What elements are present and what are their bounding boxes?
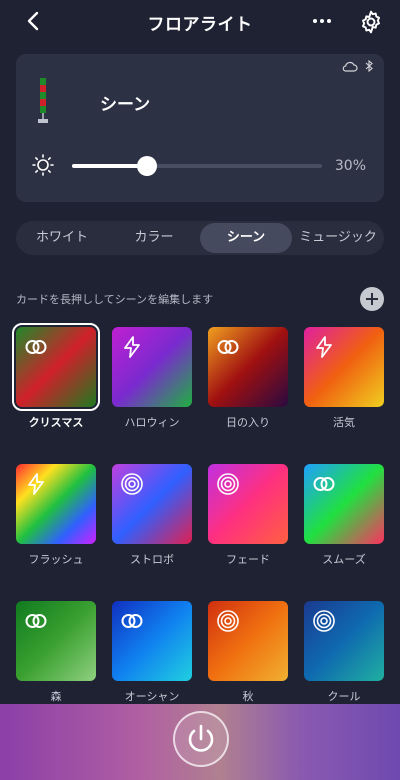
scene-tile[interactable] (12, 323, 100, 411)
scene-label: 日の入り (226, 416, 270, 429)
scene-card[interactable]: クール (304, 601, 384, 704)
scene-tile[interactable] (16, 601, 96, 681)
edit-hint: カードを長押ししてシーンを編集します (16, 293, 214, 306)
scene-label: 森 (50, 690, 62, 703)
scene-tile[interactable] (112, 601, 192, 681)
top-bar: フロアライト (0, 0, 400, 44)
device-card: シーン 30% (16, 54, 384, 202)
scene-card[interactable]: スムーズ (304, 464, 384, 567)
brightness-slider[interactable] (72, 156, 322, 176)
scene-card[interactable]: 日の入り (208, 327, 288, 430)
tab-white[interactable]: ホワイト (16, 223, 108, 253)
scene-card[interactable]: ハロウィン (112, 327, 192, 430)
scene-label: フェード (226, 553, 270, 566)
scene-label: 活気 (333, 416, 355, 429)
scene-tile[interactable] (304, 464, 384, 544)
scene-tile[interactable] (208, 464, 288, 544)
floor-lamp-icon (38, 78, 48, 123)
tab-color[interactable]: カラー (108, 223, 200, 253)
add-scene-button[interactable] (360, 287, 384, 311)
scene-card[interactable]: フラッシュ (16, 464, 96, 567)
current-mode-label: シーン (100, 95, 151, 115)
status-icons (342, 60, 374, 72)
chevron-left-icon[interactable] (22, 9, 46, 33)
scene-card[interactable]: 森 (16, 601, 96, 704)
scene-tile[interactable] (304, 327, 384, 407)
scene-label: 秋 (242, 690, 254, 703)
scene-label: オーシャン (124, 690, 180, 703)
scene-label: ストロボ (130, 553, 174, 566)
rings-icon (216, 335, 240, 359)
scene-card[interactable]: 秋 (208, 601, 288, 704)
concentric-circle-icon (120, 472, 144, 496)
brightness-sun-icon (32, 154, 54, 176)
scene-label: クール (327, 690, 361, 703)
scene-tile[interactable] (208, 601, 288, 681)
rings-icon (312, 472, 336, 496)
lightning-icon (24, 472, 48, 496)
concentric-circle-icon (216, 609, 240, 633)
scene-tile[interactable] (304, 601, 384, 681)
scene-tile[interactable] (112, 327, 192, 407)
scene-card[interactable]: クリスマス (12, 323, 100, 430)
power-icon (188, 724, 214, 752)
scene-card[interactable]: 活気 (304, 327, 384, 430)
scene-card[interactable]: ストロボ (112, 464, 192, 567)
brightness-slider-thumb[interactable] (137, 156, 157, 176)
rings-icon (24, 609, 48, 633)
concentric-circle-icon (216, 472, 240, 496)
concentric-circle-icon (312, 609, 336, 633)
scene-label: クリスマス (28, 416, 84, 429)
bluetooth-icon (365, 60, 373, 72)
scene-card[interactable]: フェード (208, 464, 288, 567)
lightning-icon (120, 335, 144, 359)
scene-tile[interactable] (16, 464, 96, 544)
more-horizontal-icon[interactable] (310, 9, 334, 33)
tab-scene[interactable]: シーン (200, 223, 292, 253)
brightness-slider-fill (72, 164, 147, 168)
scene-tile[interactable] (112, 464, 192, 544)
page-title: フロアライト (147, 14, 253, 35)
power-button[interactable] (173, 711, 229, 767)
rings-icon (24, 335, 48, 359)
lightning-icon (312, 335, 336, 359)
scene-card[interactable]: オーシャン (112, 601, 192, 704)
brightness-value: 30% (334, 158, 366, 174)
scene-label: フラッシュ (28, 553, 84, 566)
scene-label: ハロウィン (124, 416, 180, 429)
cloud-icon (342, 61, 358, 72)
rings-icon (120, 609, 144, 633)
mode-tabs: ホワイト カラー シーン ミュージック (16, 221, 384, 255)
gear-icon[interactable] (358, 9, 384, 35)
tab-music[interactable]: ミュージック (292, 223, 384, 253)
scene-tile[interactable] (208, 327, 288, 407)
scene-label: スムーズ (322, 553, 366, 566)
